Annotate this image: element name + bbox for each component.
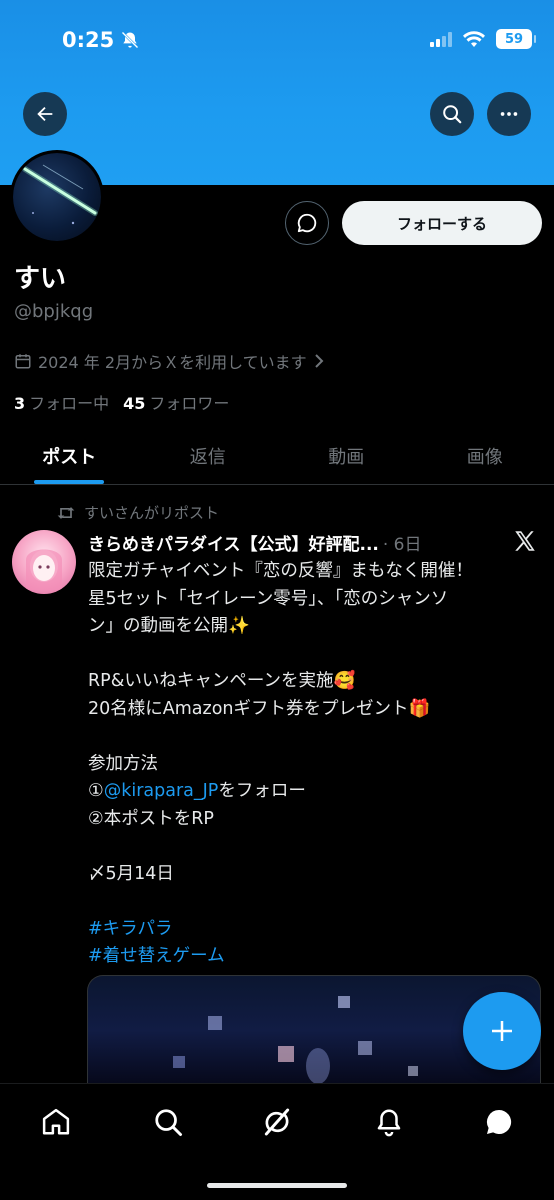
tab-videos[interactable]: 動画 — [277, 428, 416, 484]
hashtag-link[interactable]: #着せ替えゲーム — [88, 943, 538, 971]
profile-handle: @bpjkqg — [14, 301, 94, 322]
joined-text: 2024 年 2月からＸを利用しています — [38, 353, 307, 372]
tab-posts[interactable]: ポスト — [0, 428, 139, 484]
post-line: ①@kirapara_JPをフォロー — [88, 778, 538, 806]
tab-images[interactable]: 画像 — [416, 428, 554, 484]
followers-count: 45 — [123, 394, 146, 413]
follow-button[interactable]: フォローする — [342, 201, 542, 245]
follow-stats: 3 フォロー中 45 フォロワー — [14, 390, 229, 414]
post-line: RP&いいねキャンペーンを実施🥰 — [88, 671, 356, 691]
more-icon — [500, 112, 518, 116]
repost-icon — [57, 506, 75, 519]
joined-date[interactable]: 2024 年 2月からＸを利用しています — [14, 349, 325, 373]
notifications-icon — [377, 1109, 401, 1137]
status-indicators: 59 — [430, 29, 536, 49]
nav-notifications[interactable] — [369, 1102, 409, 1142]
search-button[interactable] — [430, 92, 474, 136]
bell-off-icon — [121, 31, 139, 49]
nav-messages[interactable] — [479, 1102, 519, 1142]
post-author-name[interactable]: きらめきパラダイス【公式】好評配... — [88, 530, 379, 555]
messages-icon — [486, 1109, 512, 1134]
hashtag-link[interactable]: #キラパラ — [88, 916, 538, 944]
explore-icon — [155, 1109, 182, 1136]
tab-replies[interactable]: 返信 — [139, 428, 278, 484]
post-line: 参加方法 — [88, 753, 158, 774]
mention-link[interactable]: @kirapara_JP — [104, 781, 219, 801]
post-line: 〆5月14日 — [88, 863, 174, 884]
home-icon — [42, 1108, 70, 1135]
profile-tabs: ポスト 返信 動画 画像 — [0, 428, 554, 485]
chevron-right-icon — [314, 354, 324, 368]
cellular-signal-icon — [430, 31, 452, 47]
message-icon — [297, 213, 317, 233]
post-line: ン」の動画を公開✨ — [88, 616, 250, 636]
calendar-icon — [15, 354, 31, 369]
wifi-icon — [463, 31, 485, 47]
more-button[interactable] — [487, 92, 531, 136]
home-indicator[interactable] — [207, 1183, 347, 1188]
x-logo-icon — [515, 531, 535, 551]
repost-text: すいさんがリポスト — [84, 504, 220, 522]
battery-indicator: 59 — [496, 29, 536, 49]
post-text: 限定ガチャイベント『恋の反響』まもなく開催！ 星5セット「セイレーン零号」、「恋… — [88, 558, 538, 971]
following-label: フォロー中 — [29, 394, 110, 413]
step-marker: ① — [88, 781, 104, 801]
following-count: 3 — [14, 394, 26, 413]
nav-home[interactable] — [36, 1102, 76, 1142]
profile-avatar[interactable] — [10, 150, 104, 244]
post-line: 20名様にAmazonギフト券をプレゼント🎁 — [88, 698, 431, 719]
repost-indicator: すいさんがリポスト — [56, 502, 219, 523]
message-button[interactable] — [285, 201, 329, 245]
back-arrow-icon — [37, 106, 53, 122]
plus-icon — [492, 1021, 512, 1041]
back-button[interactable] — [23, 92, 67, 136]
post-author-avatar[interactable] — [12, 530, 76, 594]
post-avatar-image — [26, 549, 62, 590]
post-line: ②本ポストをRP — [88, 808, 214, 829]
post-time[interactable]: · 6日 — [383, 530, 422, 555]
step-text: をフォロー — [218, 781, 306, 801]
compose-button[interactable] — [463, 992, 541, 1070]
avatar-image — [22, 164, 98, 225]
post-header: きらめきパラダイス【公式】好評配... · 6日 — [88, 530, 498, 555]
search-icon — [443, 105, 462, 124]
following-link[interactable]: 3 フォロー中 — [14, 390, 109, 414]
post-line: 星5セット「セイレーン零号」、「恋のシャンソ — [88, 588, 449, 609]
post-line: 限定ガチャイベント『恋の反響』まもなく開催！ — [88, 561, 473, 581]
nav-grok[interactable] — [257, 1102, 297, 1142]
followers-label: フォロワー — [149, 394, 230, 413]
status-time: 0:25 — [62, 28, 115, 52]
grok-icon — [264, 1108, 290, 1136]
nav-explore[interactable] — [148, 1102, 188, 1142]
followers-link[interactable]: 45 フォロワー — [123, 390, 229, 414]
profile-name: すい — [14, 264, 67, 294]
